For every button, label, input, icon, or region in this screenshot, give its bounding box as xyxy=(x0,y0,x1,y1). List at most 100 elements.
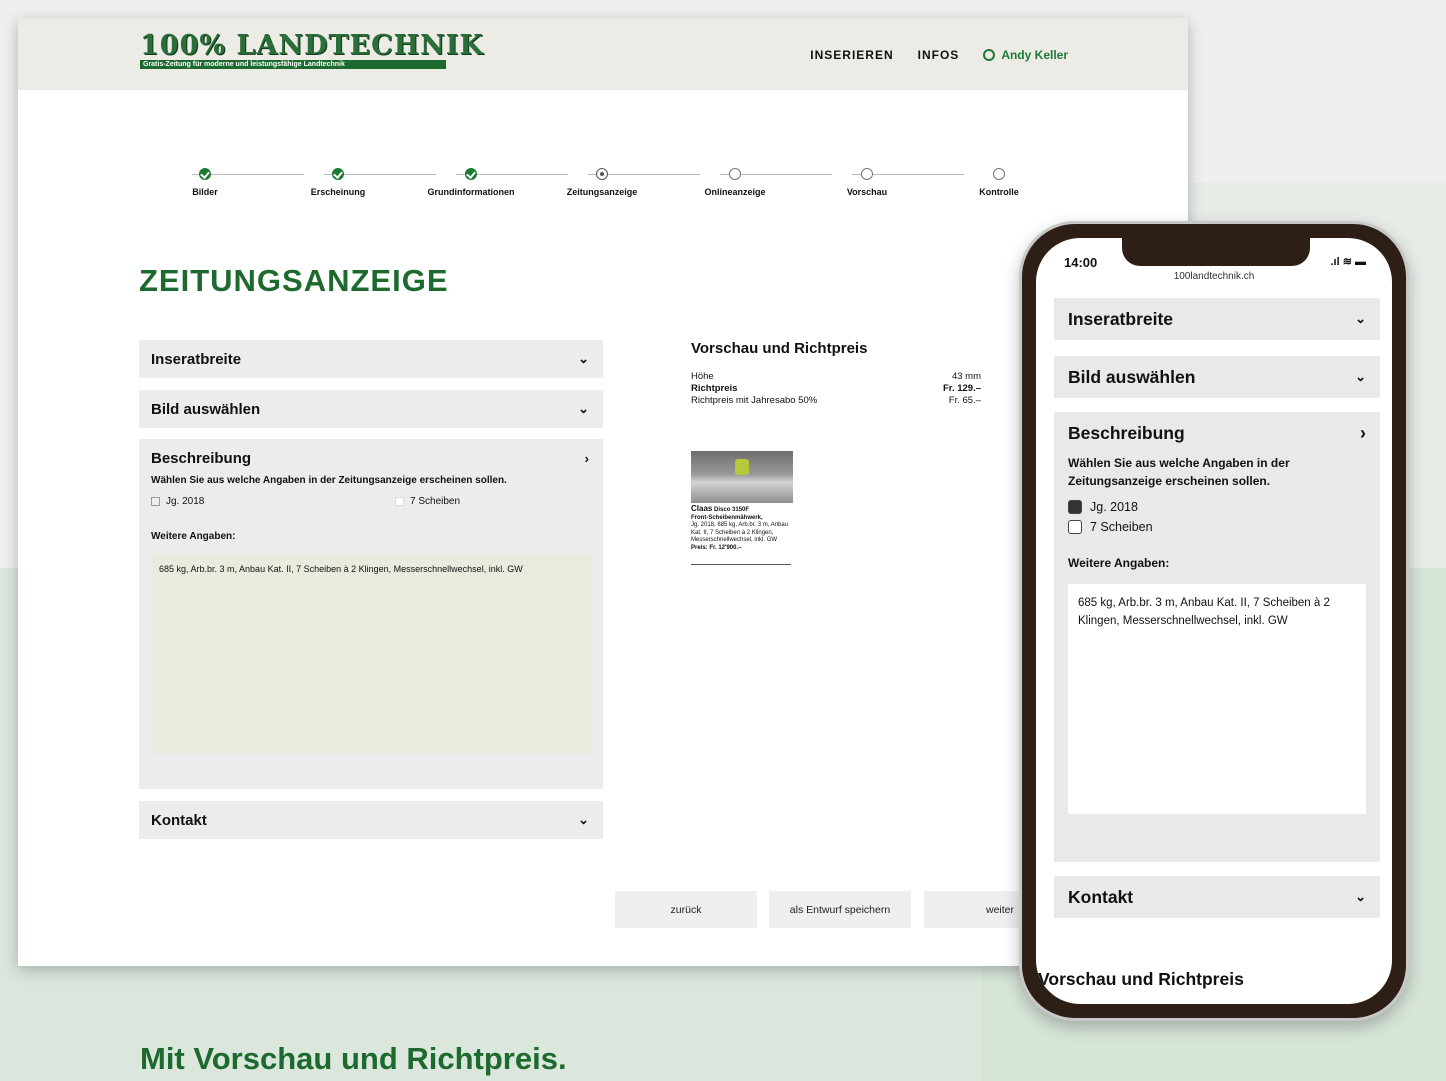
step-vorschau[interactable]: Vorschau xyxy=(807,168,927,197)
desktop-window: 100% LANDTECHNIK Gratis-Zeitung für mode… xyxy=(18,18,1188,966)
accordion-bild-auswaehlen[interactable]: Bild auswählen ⌄ xyxy=(139,390,603,428)
main-nav: INSERIEREN INFOS Andy Keller xyxy=(810,48,1068,62)
step-grundinformationen[interactable]: Grundinformationen xyxy=(411,168,531,197)
ad-price: Preis: Fr. 12'900.– xyxy=(691,544,742,551)
user-menu[interactable]: Andy Keller xyxy=(983,48,1068,62)
price-value: Fr. 65.– xyxy=(948,395,981,406)
accordion-beschreibung-header[interactable]: Beschreibung › xyxy=(139,439,603,477)
page-title: ZEITUNGSANZEIGE xyxy=(139,263,449,298)
step-label: Onlineanzeige xyxy=(704,187,766,197)
description-hint: Wählen Sie aus welche Angaben in der Zei… xyxy=(1068,456,1290,488)
phone-notch xyxy=(1122,238,1310,266)
logo-subtitle: Gratis-Zeitung für moderne und leistungs… xyxy=(140,60,446,69)
chevron-down-icon: ⌄ xyxy=(578,401,589,416)
accordion-label: Inseratbreite xyxy=(1068,308,1174,329)
next-button[interactable]: weiter xyxy=(924,891,1026,928)
ad-divider xyxy=(691,564,791,565)
back-button[interactable]: zurück xyxy=(615,891,757,928)
checkbox-jahrgang[interactable]: Jg. 2018 xyxy=(151,496,395,507)
chevron-down-icon: ⌄ xyxy=(1355,369,1366,384)
step-kontrolle[interactable]: Kontrolle xyxy=(939,168,1059,197)
ad-text: Claas Disco 3150F Front-Scheibenmähwerk,… xyxy=(691,505,793,552)
address-bar[interactable]: 100landtechnik.ch xyxy=(1036,271,1392,282)
checkbox-checked-icon xyxy=(1068,500,1082,514)
price-value: Fr. 129.– xyxy=(942,383,981,394)
user-icon xyxy=(983,49,996,61)
accordion-kontakt[interactable]: Kontakt ⌄ xyxy=(139,801,603,839)
price-row-richtpreis: Richtpreis Fr. 129.– xyxy=(691,383,981,395)
price-value: 43 mm xyxy=(951,371,981,382)
step-label: Vorschau xyxy=(846,187,888,197)
accordion-label: Kontakt xyxy=(1068,886,1134,907)
price-row-jahresabo: Richtpreis mit Jahresabo 50% Fr. 65.– xyxy=(691,395,981,407)
further-info-textarea[interactable]: 685 kg, Arb.br. 3 m, Anbau Kat. II, 7 Sc… xyxy=(1068,584,1366,814)
logo-title: 100% LANDTECHNIK xyxy=(140,30,484,61)
accordion-label: Bild auswählen xyxy=(1068,366,1196,387)
save-draft-button[interactable]: als Entwurf speichern xyxy=(769,891,911,928)
preview-title: Vorschau und Richtpreis xyxy=(691,340,868,357)
price-row-hoehe: Höhe 43 mm xyxy=(691,371,981,383)
price-label: Richtpreis mit Jahresabo 50% xyxy=(691,395,818,406)
step-label: Kontrolle xyxy=(979,187,1019,197)
chevron-right-icon: › xyxy=(584,450,589,466)
accordion-label: Inseratbreite xyxy=(151,350,242,368)
price-label: Höhe xyxy=(691,371,714,382)
price-table: Höhe 43 mm Richtpreis Fr. 129.– Richtpre… xyxy=(691,371,981,407)
mobile-checkbox-scheiben[interactable]: 7 Scheiben xyxy=(1068,520,1366,534)
further-info-textarea[interactable]: 685 kg, Arb.br. 3 m, Anbau Kat. II, 7 Sc… xyxy=(151,554,591,754)
accordion-label: Beschreibung xyxy=(1068,422,1185,443)
chevron-right-icon: › xyxy=(1360,422,1366,443)
step-label: Bilder xyxy=(192,187,218,197)
chevron-down-icon: ⌄ xyxy=(1355,311,1366,326)
step-label: Erscheinung xyxy=(310,187,366,197)
status-time: 14:00 xyxy=(1064,255,1098,270)
further-info-label: Weitere Angaben: xyxy=(1068,556,1170,570)
step-onlineanzeige[interactable]: Onlineanzeige xyxy=(675,168,795,197)
checkbox-label: 7 Scheiben xyxy=(410,496,461,507)
mobile-accordion-beschreibung: Beschreibung › Wählen Sie aus welche Ang… xyxy=(1054,412,1380,862)
step-done-icon xyxy=(465,168,477,180)
step-zeitungsanzeige[interactable]: Zeitungsanzeige xyxy=(542,168,662,197)
accordion-label: Kontakt xyxy=(151,811,207,829)
mobile-checkbox-jahrgang[interactable]: Jg. 2018 xyxy=(1068,500,1366,514)
mobile-accordion-bild-auswaehlen[interactable]: Bild auswählen ⌄ xyxy=(1054,356,1380,398)
newspaper-ad-preview: Claas Disco 3150F Front-Scheibenmähwerk,… xyxy=(691,451,793,565)
accordion-label: Beschreibung xyxy=(151,449,252,467)
checkbox-icon xyxy=(151,497,160,506)
chevron-down-icon: ⌄ xyxy=(578,812,589,827)
step-bilder[interactable]: Bilder xyxy=(145,168,265,197)
further-info-label: Weitere Angaben: xyxy=(151,531,236,542)
accordion-beschreibung: Beschreibung › Wählen Sie aus welche Ang… xyxy=(139,439,603,789)
logo[interactable]: 100% LANDTECHNIK Gratis-Zeitung für mode… xyxy=(140,32,484,69)
checkbox-scheiben[interactable]: 7 Scheiben xyxy=(395,496,460,507)
mobile-accordion-inseratbreite[interactable]: Inseratbreite ⌄ xyxy=(1054,298,1380,340)
step-done-icon xyxy=(332,168,344,180)
price-label: Richtpreis xyxy=(691,383,738,394)
checkbox-label: Jg. 2018 xyxy=(1090,500,1138,514)
chevron-down-icon: ⌄ xyxy=(1355,889,1366,904)
mobile-preview-title: Vorschau und Richtpreis xyxy=(1038,969,1244,989)
ad-details: Jg. 2018, 685 kg, Arb.br. 3 m, Anbau Kat… xyxy=(691,522,789,543)
step-erscheinung[interactable]: Erscheinung xyxy=(278,168,398,197)
top-bar: 100% LANDTECHNIK Gratis-Zeitung für mode… xyxy=(18,18,1188,90)
phone-screen: 14:00 .ıl ≋ ▬ 100landtechnik.ch Inseratb… xyxy=(1036,238,1392,1004)
ad-type: Front-Scheibenmähwerk, xyxy=(691,514,763,521)
nav-inserieren[interactable]: INSERIEREN xyxy=(810,48,893,62)
step-label: Grundinformationen xyxy=(427,187,515,197)
ad-model: Disco 3150F xyxy=(714,507,750,513)
mobile-beschreibung-header[interactable]: Beschreibung › xyxy=(1054,412,1380,454)
ad-image xyxy=(691,451,793,503)
checkbox-label: Jg. 2018 xyxy=(166,496,205,507)
user-name: Andy Keller xyxy=(1001,48,1068,62)
caption: Mit Vorschau und Richtpreis. xyxy=(140,1041,567,1076)
step-todo-icon xyxy=(993,168,1005,180)
progress-stepper: Bilder Erscheinung Grundinformationen Ze… xyxy=(178,168,1038,208)
checkbox-label: 7 Scheiben xyxy=(1090,520,1153,534)
ad-brand: Claas xyxy=(691,504,713,513)
nav-infos[interactable]: INFOS xyxy=(918,48,960,62)
checkbox-icon xyxy=(1068,520,1082,534)
step-done-icon xyxy=(199,168,211,180)
mobile-accordion-kontakt[interactable]: Kontakt ⌄ xyxy=(1054,876,1380,918)
preview-panel: Vorschau und Richtpreis Höhe 43 mm Richt… xyxy=(691,340,981,565)
accordion-inseratbreite[interactable]: Inseratbreite ⌄ xyxy=(139,340,603,378)
